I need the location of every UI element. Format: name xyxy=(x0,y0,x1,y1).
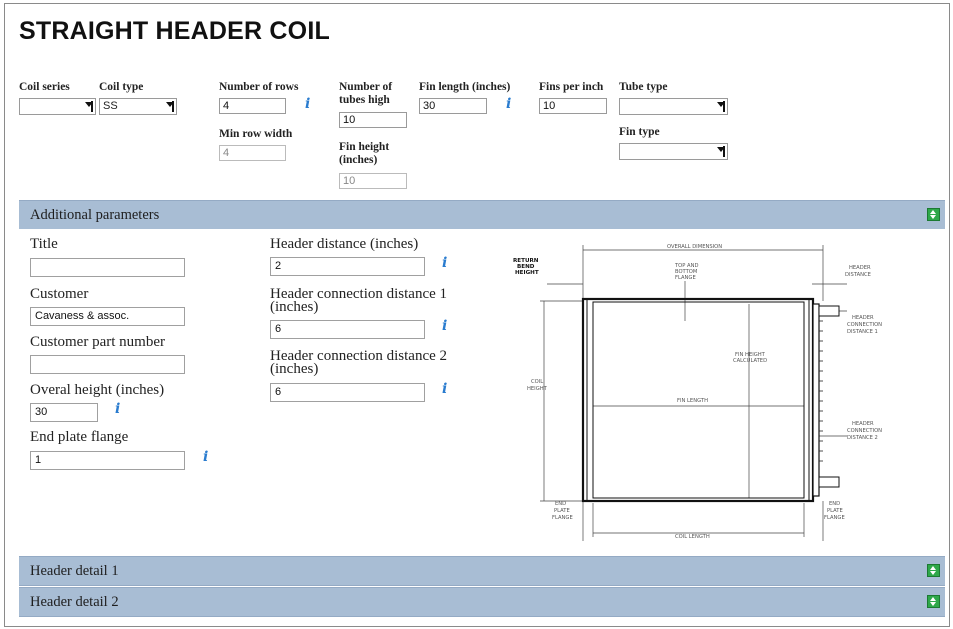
dropdown-arrow-icon xyxy=(166,101,174,112)
coil-type-select[interactable]: SS xyxy=(99,98,177,115)
diagram-hcd2-2: CONNECTION xyxy=(847,428,882,434)
diagram-epf-right-3: FLANGE xyxy=(824,515,845,521)
diagram-header-distance-1: HEADER xyxy=(849,265,871,271)
diagram-coil-height-2: HEIGHT xyxy=(527,386,548,392)
dropdown-arrow-icon xyxy=(717,146,725,157)
end-plate-flange-input[interactable]: 1 xyxy=(30,451,185,470)
diagram-epf-right-2: PLATE xyxy=(827,508,843,514)
info-icon[interactable]: i xyxy=(115,402,120,416)
coil-type-label: Coil type xyxy=(99,81,144,93)
expand-collapse-icon[interactable] xyxy=(927,208,940,221)
additional-parameters-header[interactable]: Additional parameters xyxy=(19,200,945,230)
end-plate-flange-label: End plate flange xyxy=(30,429,129,445)
tube-type-label: Tube type xyxy=(619,81,668,93)
expand-collapse-icon[interactable] xyxy=(927,564,940,577)
info-icon[interactable]: i xyxy=(506,97,511,111)
diagram-epf-left-3: FLANGE xyxy=(552,515,573,521)
number-of-rows-label: Number of rows xyxy=(219,81,299,93)
additional-parameters-title: Additional parameters xyxy=(30,207,160,223)
page-title: STRAIGHT HEADER COIL xyxy=(19,17,330,45)
info-icon[interactable]: i xyxy=(442,319,447,333)
coil-dimension-diagram: OVERALL DIMENSION RETURN BEND HEIGHT TOP… xyxy=(513,244,882,541)
header-connection-distance-1-label-2: (inches) xyxy=(270,299,319,315)
header-connection-distance-2-label-2: (inches) xyxy=(270,361,319,377)
title-input[interactable] xyxy=(30,258,185,277)
diagram-return-bend-3: HEIGHT xyxy=(515,270,539,276)
fin-height-label-2: (inches) xyxy=(339,154,378,166)
fins-per-inch-input[interactable]: 10 xyxy=(539,98,607,114)
header-distance-input[interactable]: 2 xyxy=(270,257,425,276)
diagram-epf-left-2: PLATE xyxy=(554,508,570,514)
customer-part-number-input[interactable] xyxy=(30,355,185,374)
overall-height-input[interactable]: 30 xyxy=(30,403,98,422)
fin-type-label: Fin type xyxy=(619,126,660,138)
diagram-fin-height-2: CALCULATED xyxy=(733,358,767,364)
tubes-high-input[interactable]: 10 xyxy=(339,112,407,128)
expand-collapse-icon[interactable] xyxy=(927,595,940,608)
customer-label: Customer xyxy=(30,286,89,302)
header-distance-label: Header distance (inches) xyxy=(270,236,419,252)
diagram-overall-dimension: OVERALL DIMENSION xyxy=(667,244,722,250)
min-row-width-label: Min row width xyxy=(219,128,293,140)
diagram-fin-length: FIN LENGTH xyxy=(677,398,708,404)
diagram-hcd1-3: DISTANCE 1 xyxy=(847,329,878,335)
diagram-epf-right-1: END xyxy=(829,501,840,507)
fin-height-label-1: Fin height xyxy=(339,141,390,153)
title-label: Title xyxy=(30,236,58,252)
diagram-hcd2-1: HEADER xyxy=(852,421,874,427)
tubes-high-label-1: Number of xyxy=(339,81,393,93)
header-connection-distance-1-input[interactable]: 6 xyxy=(270,320,425,339)
header-detail-1-bar[interactable]: Header detail 1 xyxy=(19,556,945,586)
number-of-rows-input[interactable]: 4 xyxy=(219,98,286,114)
diagram-hcd2-3: DISTANCE 2 xyxy=(847,435,878,441)
header-detail-1-title: Header detail 1 xyxy=(30,563,119,579)
diagram-hcd1-1: HEADER xyxy=(852,315,874,321)
diagram-header-distance-2: DISTANCE xyxy=(845,272,871,278)
info-icon[interactable]: i xyxy=(442,256,447,270)
fin-type-select[interactable] xyxy=(619,143,728,160)
info-icon[interactable]: i xyxy=(203,450,208,464)
fins-per-inch-label: Fins per inch xyxy=(539,81,604,93)
info-icon[interactable]: i xyxy=(442,382,447,396)
customer-part-number-label: Customer part number xyxy=(30,334,165,350)
diagram-epf-left-1: END xyxy=(555,501,566,507)
dropdown-arrow-icon xyxy=(717,101,725,112)
diagram-coil-length: COIL LENGTH xyxy=(675,534,710,540)
fin-height-input[interactable]: 10 xyxy=(339,173,407,189)
overall-height-label: Overal height (inches) xyxy=(30,382,165,398)
diagram-hcd1-2: CONNECTION xyxy=(847,322,882,328)
header-detail-2-bar[interactable]: Header detail 2 xyxy=(19,587,945,617)
fin-length-input[interactable]: 30 xyxy=(419,98,487,114)
dropdown-arrow-icon xyxy=(85,101,93,112)
customer-input[interactable]: Cavaness & assoc. xyxy=(30,307,185,326)
min-row-width-input[interactable]: 4 xyxy=(219,145,286,161)
info-icon[interactable]: i xyxy=(305,97,310,111)
coil-series-label: Coil series xyxy=(19,81,70,93)
header-detail-2-title: Header detail 2 xyxy=(30,594,119,610)
coil-series-select[interactable] xyxy=(19,98,96,115)
fin-length-label: Fin length (inches) xyxy=(419,81,511,93)
diagram-coil-height-1: COIL xyxy=(531,379,543,385)
tube-type-select[interactable] xyxy=(619,98,728,115)
header-connection-distance-2-input[interactable]: 6 xyxy=(270,383,425,402)
tubes-high-label-2: tubes high xyxy=(339,94,390,106)
diagram-top-flange-3: FLANGE xyxy=(675,275,696,281)
coil-type-value: SS xyxy=(103,100,118,112)
